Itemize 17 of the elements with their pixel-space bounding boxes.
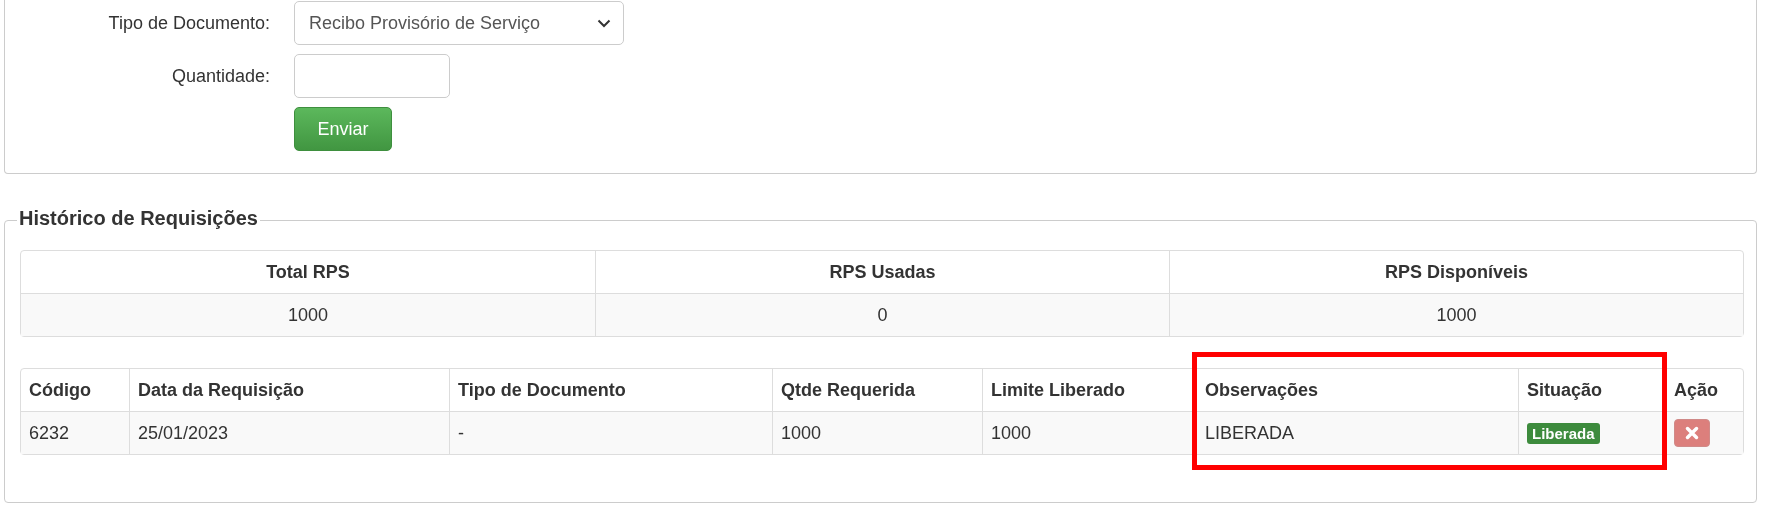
status-badge: Liberada xyxy=(1527,422,1600,444)
field-label: Quantidade: xyxy=(170,65,270,87)
close-icon xyxy=(1685,426,1699,440)
table-cell: - xyxy=(449,412,772,454)
delete-button[interactable] xyxy=(1674,419,1710,447)
chevron-down-icon xyxy=(597,18,611,28)
document-type-select[interactable]: Recibo Provisório de Serviço xyxy=(294,1,624,45)
table-cell: LIBERADA xyxy=(1196,412,1518,454)
quantity-field[interactable] xyxy=(294,54,450,98)
table-cell: 1000 xyxy=(772,412,982,454)
table-cell: 0 xyxy=(595,294,1169,336)
field-label: Tipo de Documento: xyxy=(107,12,270,34)
table-cell: 25/01/2023 xyxy=(129,412,449,454)
table-cell: 6232 xyxy=(21,412,129,454)
table-cell: 1000 xyxy=(21,294,595,336)
table-cell: 1000 xyxy=(1169,294,1743,336)
panel-legend: Histórico de Requisições xyxy=(17,207,260,230)
